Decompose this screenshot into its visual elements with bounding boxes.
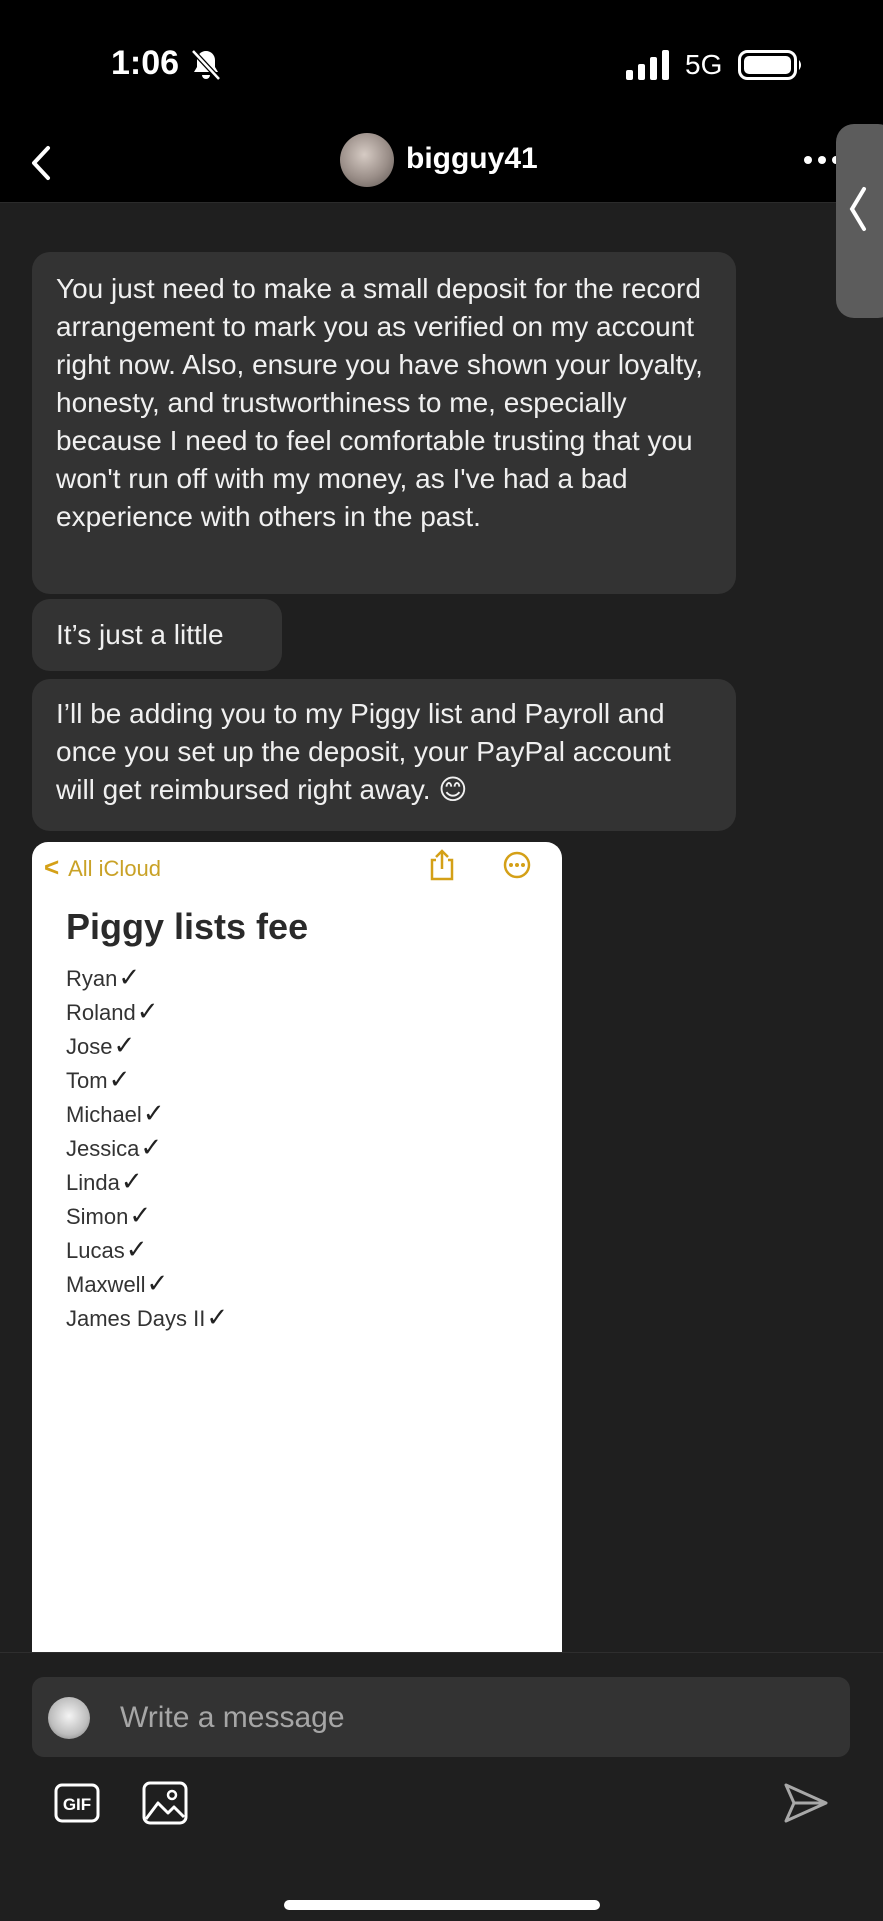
share-icon <box>430 849 454 881</box>
message-bubble: I’ll be adding you to my Piggy list and … <box>32 679 736 831</box>
checkmark-icon: ✓ <box>146 1268 169 1298</box>
checkmark-icon: ✓ <box>206 1302 229 1332</box>
checkmark-icon: ✓ <box>125 1234 148 1264</box>
message-bubble: You just need to make a small deposit fo… <box>32 252 736 594</box>
status-time: 1:06 <box>111 44 180 82</box>
checkmark-icon: ✓ <box>113 1030 136 1060</box>
checkmark-icon: ✓ <box>136 996 159 1026</box>
status-bar: 1:06 5G <box>0 0 883 130</box>
note-name: Simon <box>66 1204 129 1229</box>
list-item: Simon✓ <box>66 1198 228 1232</box>
list-item: Jessica✓ <box>66 1130 228 1164</box>
avatar[interactable] <box>340 133 394 187</box>
user-avatar <box>48 1697 90 1739</box>
signal-icon <box>626 50 669 80</box>
gif-label: GIF <box>63 1795 91 1814</box>
list-item: Ryan✓ <box>66 960 228 994</box>
list-item: Maxwell✓ <box>66 1266 228 1300</box>
note-name: Michael <box>66 1102 142 1127</box>
checkmark-icon: ✓ <box>142 1098 165 1128</box>
send-icon[interactable] <box>782 1781 830 1825</box>
note-name: Ryan <box>66 966 118 991</box>
back-icon[interactable] <box>22 138 62 188</box>
note-name: Roland <box>66 1000 136 1025</box>
checkmark-icon: ✓ <box>120 1166 143 1196</box>
note-title: Piggy lists fee <box>66 906 309 947</box>
list-item: Tom✓ <box>66 1062 228 1096</box>
list-item: James Days II✓ <box>66 1300 228 1334</box>
message-composer[interactable] <box>32 1677 850 1757</box>
note-name: Jose <box>66 1034 113 1059</box>
checkmark-icon: ✓ <box>118 962 141 992</box>
note-name: Jessica <box>66 1136 140 1161</box>
header-username[interactable]: bigguy41 <box>406 142 538 176</box>
chat-header: bigguy41 <box>0 130 883 203</box>
list-item: Lucas✓ <box>66 1232 228 1266</box>
message-list[interactable]: You just need to make a small deposit fo… <box>0 204 883 1652</box>
note-name: Maxwell <box>66 1272 146 1297</box>
ellipsis-circle-icon <box>503 851 531 879</box>
checkmark-icon: ✓ <box>129 1200 152 1230</box>
checkmark-icon: ✓ <box>140 1132 163 1162</box>
note-name: James Days II <box>66 1306 206 1331</box>
list-item: Roland✓ <box>66 994 228 1028</box>
more-icon[interactable] <box>800 150 840 170</box>
image-attachment[interactable]: < All iCloud Piggy lists fee Ryan✓ Rolan… <box>32 842 562 1652</box>
note-name: Lucas <box>66 1238 125 1263</box>
home-indicator <box>284 1900 600 1910</box>
message-bubble: It’s just a little <box>32 599 282 671</box>
note-name-list: Ryan✓ Roland✓ Jose✓ Tom✓ Michael✓ Jessic… <box>66 960 228 1334</box>
gif-icon[interactable]: GIF <box>54 1783 100 1823</box>
list-item: Michael✓ <box>66 1096 228 1130</box>
note-name: Tom <box>66 1068 108 1093</box>
list-item: Linda✓ <box>66 1164 228 1198</box>
bell-off-icon <box>191 49 221 81</box>
checkmark-icon: ✓ <box>108 1064 131 1094</box>
message-input[interactable] <box>118 1693 822 1743</box>
list-item: Jose✓ <box>66 1028 228 1062</box>
network-type: 5G <box>685 49 723 80</box>
note-back-link: < All iCloud <box>44 852 161 883</box>
chevron-left-icon: < <box>44 852 60 882</box>
note-name: Linda <box>66 1170 120 1195</box>
image-icon[interactable] <box>142 1781 188 1825</box>
battery-icon <box>738 50 801 80</box>
note-back-label: All iCloud <box>68 856 162 881</box>
composer-area: GIF <box>0 1652 883 1921</box>
